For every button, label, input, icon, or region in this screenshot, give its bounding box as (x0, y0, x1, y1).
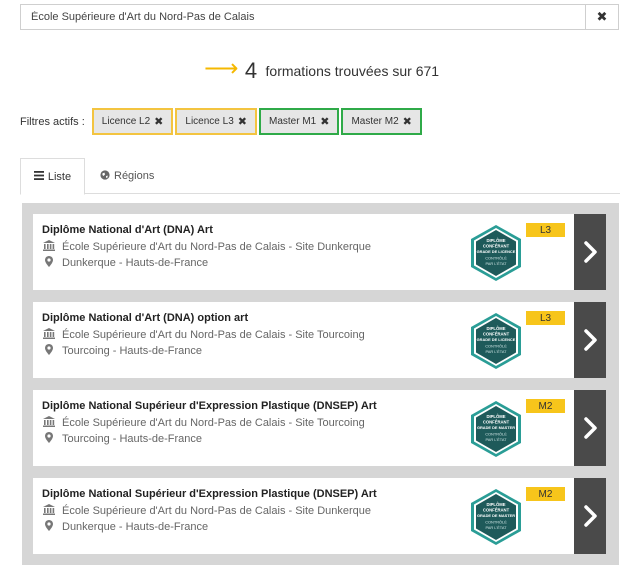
seal-line: DIPLÔME (486, 238, 505, 243)
filters-label: Filtres actifs : (20, 115, 85, 128)
tab-regions[interactable]: Régions (100, 158, 154, 194)
institution-icon (42, 328, 56, 342)
search-clear-button[interactable]: ✖ (585, 4, 619, 30)
filter-chip-master-m1[interactable]: Master M1 ✖ (258, 108, 340, 135)
seal-line: PAR L'ÉTAT (485, 349, 507, 354)
active-filters: Filtres actifs : Licence L2 ✖ Licence L3… (20, 108, 424, 135)
seal-line: PAR L'ÉTAT (485, 437, 507, 442)
institution-icon (42, 240, 56, 254)
tab-label: Liste (47, 170, 72, 183)
formation-school: École Supérieure d'Art du Nord-Pas de Ca… (42, 240, 371, 254)
map-marker-icon (42, 256, 56, 270)
formation-title: Diplôme National Supérieur d'Expression … (42, 400, 377, 412)
grade-seal-icon: DIPLÔME CONFÉRANT GRADE DE LICENCE CONTR… (471, 313, 521, 369)
level-badge: M2 (526, 487, 565, 501)
open-formation-button[interactable] (574, 214, 606, 290)
seal-line: CONTRÔLÉ (485, 256, 507, 261)
filter-chip-label: Licence L2 (101, 116, 151, 127)
formation-location-text: Tourcoing - Hauts-de-France (62, 345, 203, 357)
formation-list: Diplôme National d'Art (DNA) Art École S… (22, 203, 619, 565)
tab-label: Régions (114, 170, 155, 182)
formation-school-name: École Supérieure d'Art du Nord-Pas de Ca… (62, 505, 372, 517)
formation-school: École Supérieure d'Art du Nord-Pas de Ca… (42, 504, 371, 518)
filter-chip-master-m2[interactable]: Master M2 ✖ (341, 108, 422, 135)
seal-line: PAR L'ÉTAT (485, 261, 507, 266)
arrow-right-icon: ⟶ (203, 55, 239, 82)
chevron-right-icon (584, 417, 597, 439)
results-summary: ⟶ 4 formations trouvées sur 671 (0, 55, 643, 85)
remove-icon[interactable]: ✖ (238, 115, 247, 128)
seal-line: GRADE DE LICENCE (477, 249, 516, 254)
institution-icon (42, 416, 56, 430)
seal-line: GRADE DE MASTER (477, 513, 515, 518)
globe-icon (100, 169, 110, 183)
seal-line: CONFÉRANT (483, 332, 510, 337)
seal-line: DIPLÔME (486, 414, 505, 419)
formation-location: Tourcoing - Hauts-de-France (42, 344, 202, 358)
remove-icon[interactable]: ✖ (154, 115, 163, 128)
formation-card[interactable]: Diplôme National d'Art (DNA) option art … (33, 302, 606, 378)
map-marker-icon (42, 344, 56, 358)
open-formation-button[interactable] (574, 390, 606, 466)
close-icon: ✖ (596, 9, 608, 24)
formation-location-text: Dunkerque - Hauts-de-France (62, 257, 209, 269)
search-input[interactable] (20, 4, 585, 30)
seal-line: PAR L'ÉTAT (485, 525, 507, 530)
formation-location-text: Dunkerque - Hauts-de-France (62, 521, 209, 533)
formation-school-name: École Supérieure d'Art du Nord-Pas de Ca… (62, 417, 365, 429)
formation-school-name: École Supérieure d'Art du Nord-Pas de Ca… (62, 329, 365, 341)
formation-location: Tourcoing - Hauts-de-France (42, 432, 202, 446)
formation-school: École Supérieure d'Art du Nord-Pas de Ca… (42, 328, 365, 342)
results-count: 4 (244, 57, 258, 83)
seal-line: CONFÉRANT (483, 420, 510, 425)
filter-chip-label: Master M1 (268, 116, 317, 127)
chevron-right-icon (584, 505, 597, 527)
formation-title: Diplôme National d'Art (DNA) option art (42, 312, 249, 324)
view-tabs: Liste Régions (20, 158, 620, 195)
search-bar: ✖ (20, 4, 619, 30)
filter-chip-label: Licence L3 (185, 116, 234, 127)
map-marker-icon (42, 520, 56, 534)
formation-title: Diplôme National d'Art (DNA) Art (42, 224, 213, 236)
list-icon (33, 170, 44, 183)
open-formation-button[interactable] (574, 478, 606, 554)
seal-line: CONFÉRANT (483, 244, 510, 249)
formation-card[interactable]: Diplôme National Supérieur d'Expression … (33, 478, 606, 554)
filter-chip-licence-l2[interactable]: Licence L2 ✖ (91, 108, 174, 135)
remove-icon[interactable]: ✖ (403, 115, 412, 128)
formation-location-text: Tourcoing - Hauts-de-France (62, 433, 203, 445)
formation-school-name: École Supérieure d'Art du Nord-Pas de Ca… (62, 241, 372, 253)
seal-line: GRADE DE LICENCE (477, 337, 516, 342)
level-badge: L3 (526, 223, 565, 237)
level-badge: L3 (526, 311, 565, 325)
formation-school: École Supérieure d'Art du Nord-Pas de Ca… (42, 416, 365, 430)
seal-line: GRADE DE MASTER (477, 425, 515, 430)
formation-title: Diplôme National Supérieur d'Expression … (42, 488, 377, 500)
remove-icon[interactable]: ✖ (320, 115, 329, 128)
tab-liste[interactable]: Liste (20, 158, 85, 195)
seal-line: CONTRÔLÉ (485, 520, 507, 525)
formation-location: Dunkerque - Hauts-de-France (42, 256, 208, 270)
formation-card[interactable]: Diplôme National Supérieur d'Expression … (33, 390, 606, 466)
seal-line: DIPLÔME (486, 326, 505, 331)
seal-line: CONTRÔLÉ (485, 432, 507, 437)
institution-icon (42, 504, 56, 518)
open-formation-button[interactable] (574, 302, 606, 378)
grade-seal-icon: DIPLÔME CONFÉRANT GRADE DE MASTER CONTRÔ… (471, 489, 521, 545)
filter-chip-licence-l3[interactable]: Licence L3 ✖ (175, 108, 257, 135)
level-badge: M2 (526, 399, 565, 413)
seal-line: CONFÉRANT (483, 508, 510, 513)
results-label: formations trouvées sur 671 (265, 62, 440, 79)
chevron-right-icon (584, 241, 597, 263)
seal-line: DIPLÔME (486, 502, 505, 507)
grade-seal-icon: DIPLÔME CONFÉRANT GRADE DE MASTER CONTRÔ… (471, 401, 521, 457)
grade-seal-icon: DIPLÔME CONFÉRANT GRADE DE LICENCE CONTR… (471, 225, 521, 281)
seal-line: CONTRÔLÉ (485, 344, 507, 349)
map-marker-icon (42, 432, 56, 446)
filter-chip-label: Master M2 (351, 116, 399, 127)
formation-location: Dunkerque - Hauts-de-France (42, 520, 208, 534)
chevron-right-icon (584, 329, 597, 351)
formation-card[interactable]: Diplôme National d'Art (DNA) Art École S… (33, 214, 606, 290)
